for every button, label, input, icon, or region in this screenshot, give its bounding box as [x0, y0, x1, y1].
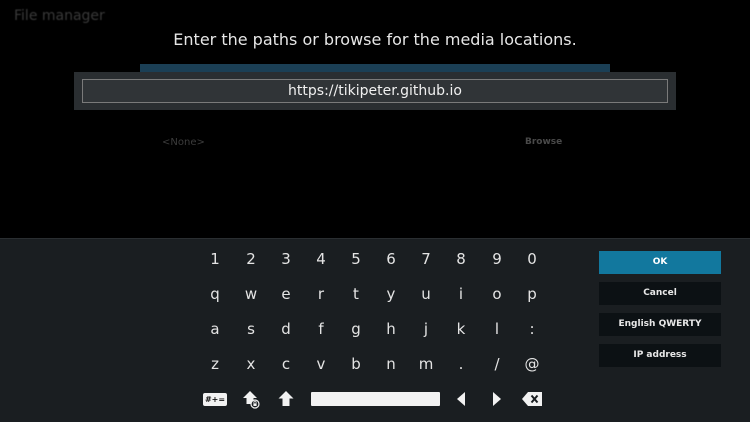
key-y[interactable]: y	[376, 280, 406, 308]
key-4[interactable]: 4	[306, 245, 336, 273]
onscreen-keyboard: 1 2 3 4 5 6 7 8 9 0 q w e r t y u i o p …	[0, 238, 750, 422]
key-e[interactable]: e	[271, 280, 301, 308]
key-v[interactable]: v	[306, 350, 336, 378]
background-window-title: File manager	[14, 8, 105, 24]
key-k[interactable]: k	[446, 315, 476, 343]
key-m[interactable]: m	[411, 350, 441, 378]
shift-icon[interactable]	[271, 385, 301, 413]
key-d[interactable]: d	[271, 315, 301, 343]
key-j[interactable]: j	[411, 315, 441, 343]
key-colon[interactable]: :	[517, 315, 547, 343]
key-r[interactable]: r	[306, 280, 336, 308]
key-5[interactable]: 5	[341, 245, 371, 273]
key-w[interactable]: w	[236, 280, 266, 308]
key-t[interactable]: t	[341, 280, 371, 308]
cursor-right-icon[interactable]	[482, 385, 512, 413]
key-i[interactable]: i	[446, 280, 476, 308]
key-0[interactable]: 0	[517, 245, 547, 273]
key-7[interactable]: 7	[411, 245, 441, 273]
key-s[interactable]: s	[236, 315, 266, 343]
key-9[interactable]: 9	[482, 245, 512, 273]
key-l[interactable]: l	[482, 315, 512, 343]
key-z[interactable]: z	[200, 350, 230, 378]
key-g[interactable]: g	[341, 315, 371, 343]
symbols-label: #+=	[202, 392, 228, 406]
space-key[interactable]	[311, 392, 440, 406]
key-q[interactable]: q	[200, 280, 230, 308]
key-slash[interactable]: /	[482, 350, 512, 378]
key-1[interactable]: 1	[200, 245, 230, 273]
cursor-left-icon[interactable]	[446, 385, 476, 413]
caps-lock-icon[interactable]	[236, 385, 266, 413]
backspace-icon[interactable]	[517, 385, 547, 413]
key-6[interactable]: 6	[376, 245, 406, 273]
key-o[interactable]: o	[482, 280, 512, 308]
keyboard-layout-button[interactable]: English QWERTY	[599, 313, 721, 336]
input-container: https://tikipeter.github.io	[74, 72, 676, 110]
dialog-prompt: Enter the paths or browse for the media …	[173, 30, 577, 49]
key-f[interactable]: f	[306, 315, 336, 343]
ip-address-button[interactable]: IP address	[599, 344, 721, 367]
key-p[interactable]: p	[517, 280, 547, 308]
key-2[interactable]: 2	[236, 245, 266, 273]
key-n[interactable]: n	[376, 350, 406, 378]
path-input[interactable]: https://tikipeter.github.io	[82, 79, 668, 103]
background-browse-label: Browse	[525, 137, 563, 147]
key-x[interactable]: x	[236, 350, 266, 378]
key-b[interactable]: b	[341, 350, 371, 378]
key-period[interactable]: .	[446, 350, 476, 378]
key-h[interactable]: h	[376, 315, 406, 343]
key-8[interactable]: 8	[446, 245, 476, 273]
symbols-key[interactable]: #+=	[200, 385, 230, 413]
background-source-placeholder: <None>	[162, 137, 205, 148]
key-at[interactable]: @	[517, 350, 547, 378]
ok-button[interactable]: OK	[599, 251, 721, 274]
cancel-button[interactable]: Cancel	[599, 282, 721, 305]
key-a[interactable]: a	[200, 315, 230, 343]
key-3[interactable]: 3	[271, 245, 301, 273]
key-c[interactable]: c	[271, 350, 301, 378]
key-u[interactable]: u	[411, 280, 441, 308]
background-selected-strip	[140, 64, 610, 72]
